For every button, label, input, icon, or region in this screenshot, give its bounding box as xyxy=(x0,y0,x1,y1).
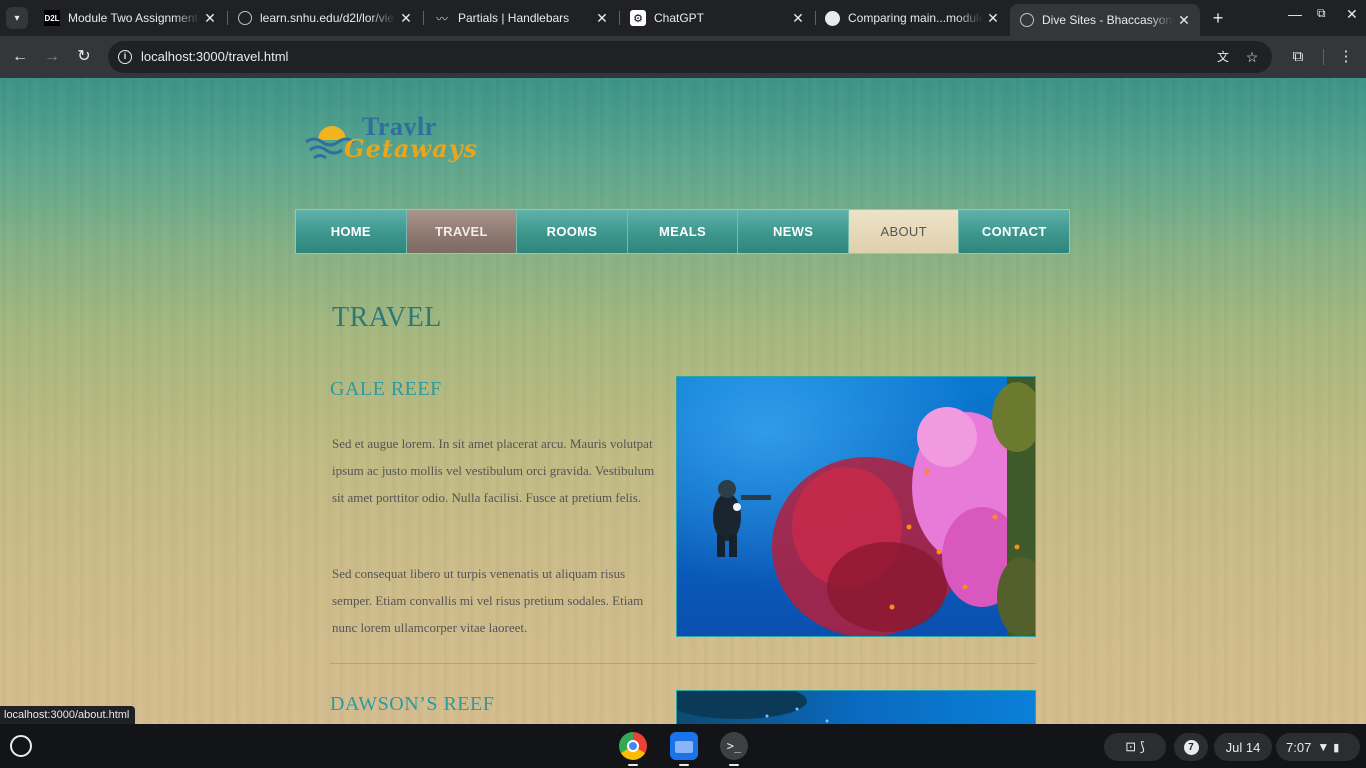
nav-home[interactable]: HOME xyxy=(296,210,407,253)
running-indicator xyxy=(628,764,638,766)
tab-title: Module Two Assignment G xyxy=(68,11,200,25)
handlebars-icon: 〰 xyxy=(435,11,448,26)
close-icon[interactable]: ✕ xyxy=(200,10,220,27)
github-icon xyxy=(825,10,840,26)
new-tab-button[interactable]: + xyxy=(1208,8,1228,28)
tab-module-two[interactable]: D2L Module Two Assignment G ✕ xyxy=(34,4,226,32)
translate-icon[interactable]: 文 xyxy=(1214,48,1232,66)
close-icon[interactable]: ✕ xyxy=(1174,12,1194,29)
menu-kebab-icon[interactable]: ⋮ xyxy=(1336,47,1356,67)
date-tray[interactable]: Jul 14 xyxy=(1214,733,1272,761)
clock-time: 7:07 xyxy=(1286,739,1312,755)
globe-icon xyxy=(238,11,252,25)
nav-contact[interactable]: CONTACT xyxy=(959,210,1070,253)
chatgpt-icon: ⚙ xyxy=(630,10,646,26)
link-status-bubble: localhost:3000/about.html xyxy=(0,706,136,724)
gale-reef-photo xyxy=(676,376,1036,637)
nav-rooms[interactable]: ROOMS xyxy=(517,210,628,253)
tab-title: ChatGPT xyxy=(654,11,705,25)
page-viewport: Travlr Getaways HOME TRAVEL ROOMS MEALS … xyxy=(0,78,1366,724)
site-logo[interactable]: Travlr Getaways xyxy=(304,112,477,168)
wifi-icon: ▼ xyxy=(1317,740,1330,754)
tab-title: Comparing main...module xyxy=(848,11,983,25)
nav-news[interactable]: NEWS xyxy=(738,210,849,253)
logo-subtitle: Getaways xyxy=(344,134,479,163)
tab-title: learn.snhu.edu/d2l/lor/view xyxy=(260,11,396,25)
close-icon[interactable]: ✕ xyxy=(592,10,612,27)
tab-dive-sites[interactable]: Dive Sites - Bhaccasyonizt ✕ xyxy=(1010,4,1200,36)
reload-icon[interactable]: ↻ xyxy=(73,46,95,68)
main-navigation: HOME TRAVEL ROOMS MEALS NEWS ABOUT CONTA… xyxy=(295,209,1070,254)
tab-title: Dive Sites - Bhaccasyonizt xyxy=(1042,13,1174,27)
tab-learn-snhu[interactable]: learn.snhu.edu/d2l/lor/view ✕ xyxy=(228,4,422,32)
address-bar[interactable]: i localhost:3000/travel.html 文 ☆ xyxy=(108,41,1272,73)
nav-about[interactable]: ABOUT xyxy=(848,210,960,253)
chrome-icon[interactable] xyxy=(619,732,647,760)
close-icon[interactable]: ✕ xyxy=(788,10,808,27)
dive-site-heading: DAWSON’S REEF xyxy=(330,693,495,715)
tab-title: Partials | Handlebars xyxy=(458,11,570,25)
tab-handlebars[interactable]: 〰 Partials | Handlebars ✕ xyxy=(424,4,618,32)
dive-site-paragraph: Sed et augue lorem. In sit amet placerat… xyxy=(332,436,655,505)
tab-search-button[interactable]: ▾ xyxy=(6,7,28,29)
site-info-icon[interactable]: i xyxy=(118,50,132,64)
system-tray[interactable]: 7:07 ▼ ▮ xyxy=(1276,733,1360,761)
browser-toolbar: ← → ↻ i localhost:3000/travel.html 文 ☆ ⧉… xyxy=(0,36,1366,78)
bookmark-star-icon[interactable]: ☆ xyxy=(1243,48,1261,66)
tab-github[interactable]: Comparing main...module ✕ xyxy=(815,4,1009,32)
section-divider xyxy=(330,663,1036,664)
close-icon[interactable]: ✕ xyxy=(396,10,416,27)
tab-strip: ▾ D2L Module Two Assignment G ✕ learn.sn… xyxy=(0,0,1366,36)
notification-badge[interactable]: 7 xyxy=(1174,733,1208,761)
os-shelf: >_ ⊡ ⟆ 7 Jul 14 7:07 ▼ ▮ xyxy=(0,724,1366,768)
back-icon[interactable]: ← xyxy=(9,46,31,68)
running-indicator xyxy=(679,764,689,766)
url-text[interactable]: localhost:3000/travel.html xyxy=(141,49,288,64)
nav-travel[interactable]: TRAVEL xyxy=(406,210,518,253)
close-icon[interactable]: ✕ xyxy=(983,10,1003,27)
tab-chatgpt[interactable]: ⚙ ChatGPT ✕ xyxy=(620,4,814,32)
minimize-icon[interactable]: — xyxy=(1288,6,1302,22)
files-icon[interactable] xyxy=(670,732,698,760)
launcher-icon[interactable] xyxy=(10,735,32,757)
toolbar-divider xyxy=(1323,49,1324,65)
close-window-icon[interactable]: ✕ xyxy=(1346,6,1358,23)
notification-count: 7 xyxy=(1183,739,1199,755)
globe-icon xyxy=(1020,13,1034,27)
nav-meals[interactable]: MEALS xyxy=(627,210,739,253)
terminal-icon[interactable]: >_ xyxy=(720,732,748,760)
extensions-icon[interactable]: ⧉ xyxy=(1288,47,1308,67)
forward-icon[interactable]: → xyxy=(41,46,63,68)
running-indicator xyxy=(729,764,739,766)
tote-icon[interactable]: ⊡ ⟆ xyxy=(1104,733,1166,761)
dive-site-paragraph: Sed consequat libero ut turpis venenatis… xyxy=(332,566,644,635)
restore-icon[interactable]: ⧉ xyxy=(1317,6,1326,21)
dive-site-heading: GALE REEF xyxy=(330,378,442,400)
dawsons-reef-photo xyxy=(676,690,1036,724)
d2l-icon: D2L xyxy=(44,10,60,26)
battery-icon: ▮ xyxy=(1333,741,1340,754)
page-title: TRAVEL xyxy=(332,302,442,333)
